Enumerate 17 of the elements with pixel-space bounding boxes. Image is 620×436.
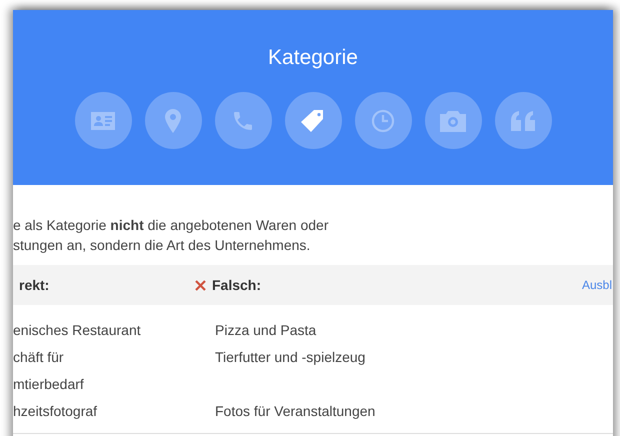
table-cell-text: enisches Restaurant xyxy=(13,321,142,340)
hide-link[interactable]: Ausbl xyxy=(582,278,612,292)
column-heading: rekt: xyxy=(19,277,50,293)
step-title: Kategorie xyxy=(268,46,358,70)
table-cell-text: Pizza und Pasta xyxy=(215,321,316,340)
table-cell-text: Fotos für Veranstaltungen xyxy=(215,402,376,421)
column-heading: Falsch: xyxy=(212,277,262,293)
clock-icon xyxy=(371,108,395,132)
table-cell-text: hzeitsfotograf xyxy=(13,402,98,421)
location-pin-icon xyxy=(165,108,181,132)
camera-icon xyxy=(440,110,466,132)
contact-card-icon xyxy=(91,110,115,130)
cross-icon xyxy=(195,280,206,290)
hint-text: e als Kategorie nicht die angebotenen Waren oder stungen an, sondern die Art des Unternehmens. xyxy=(13,216,330,255)
table-cell-text: Tierfutter und -spielzeug xyxy=(215,348,366,367)
tag-icon xyxy=(300,108,326,134)
quote-icon xyxy=(511,110,535,130)
